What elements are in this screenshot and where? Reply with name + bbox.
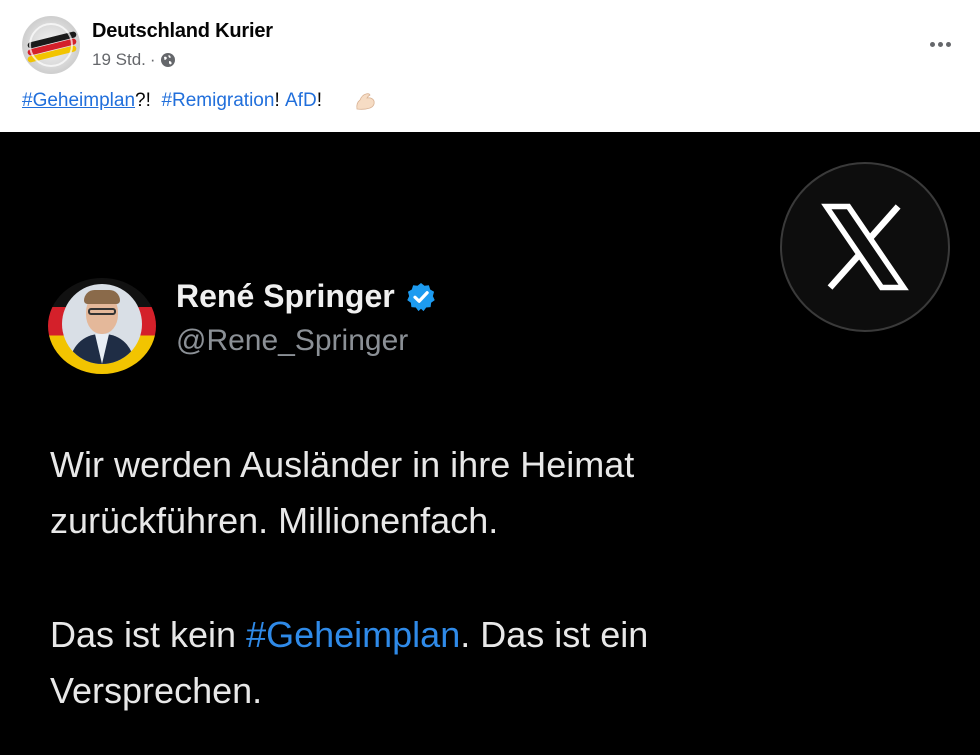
hashtag-geheimplan-link[interactable]: #Geheimplan xyxy=(22,90,135,112)
author-avatar xyxy=(48,278,156,374)
ellipsis-icon-dot xyxy=(937,41,943,47)
german-flag-emoji xyxy=(327,94,350,154)
post-header: Deutschland Kurier 19 Std. · #Geheimplan… xyxy=(0,0,980,154)
avatar-glasses xyxy=(88,308,116,315)
verified-badge-icon xyxy=(406,282,435,311)
avatar-photo xyxy=(62,284,142,364)
tweet-author-handle: @Rene_Springer xyxy=(176,324,409,357)
afd-link[interactable]: AfD xyxy=(285,90,317,112)
author-name-text: René Springer xyxy=(176,278,395,314)
ellipsis-icon-dot xyxy=(945,41,951,47)
tweet-body: Wir werden Ausländer in ihre Heimat zurü… xyxy=(50,437,810,719)
tweet-line: Versprechen. xyxy=(50,670,263,711)
ellipsis-icon-dot xyxy=(929,41,935,47)
post-text-punct: ! xyxy=(316,90,322,111)
post-text-punct: ?! xyxy=(135,90,162,111)
hashtag-remigration-link[interactable]: #Remigration xyxy=(161,90,274,112)
page-name[interactable]: Deutschland Kurier xyxy=(92,20,273,43)
post-text: #Geheimplan ?! #Remigration ! AfD ! xyxy=(22,90,376,154)
tweet-text-segment: . Das ist ein xyxy=(460,614,649,655)
globe-icon[interactable] xyxy=(160,52,176,68)
tweet-text-segment: Das ist kein xyxy=(50,614,247,655)
meta-separator: · xyxy=(149,50,156,69)
tweet-hashtag-geheimplan: #Geheimplan xyxy=(246,614,461,655)
x-logo-glyph xyxy=(821,203,909,291)
post-text-punct: ! xyxy=(274,90,285,111)
tweet-line: zurückführen. Millionenfach. xyxy=(50,500,499,541)
x-logo-icon xyxy=(780,162,950,332)
post-time[interactable]: 19 Std. xyxy=(92,50,146,70)
page-avatar[interactable] xyxy=(22,16,80,74)
more-options-button[interactable] xyxy=(922,28,958,60)
post-meta: 19 Std. · xyxy=(92,50,176,70)
tweet-author-name: René Springer xyxy=(176,278,437,315)
tweet-screenshot-image[interactable]: René Springer @Rene_Springer Wir werden … xyxy=(0,132,980,755)
tweet-line: Wir werden Ausländer in ihre Heimat xyxy=(50,444,635,485)
flexed-biceps-emoji xyxy=(356,93,375,110)
tweet-line: Das ist kein #Geheimplan. Das ist ein xyxy=(50,607,810,663)
avatar-ring xyxy=(29,23,73,67)
avatar-hair xyxy=(84,290,120,304)
